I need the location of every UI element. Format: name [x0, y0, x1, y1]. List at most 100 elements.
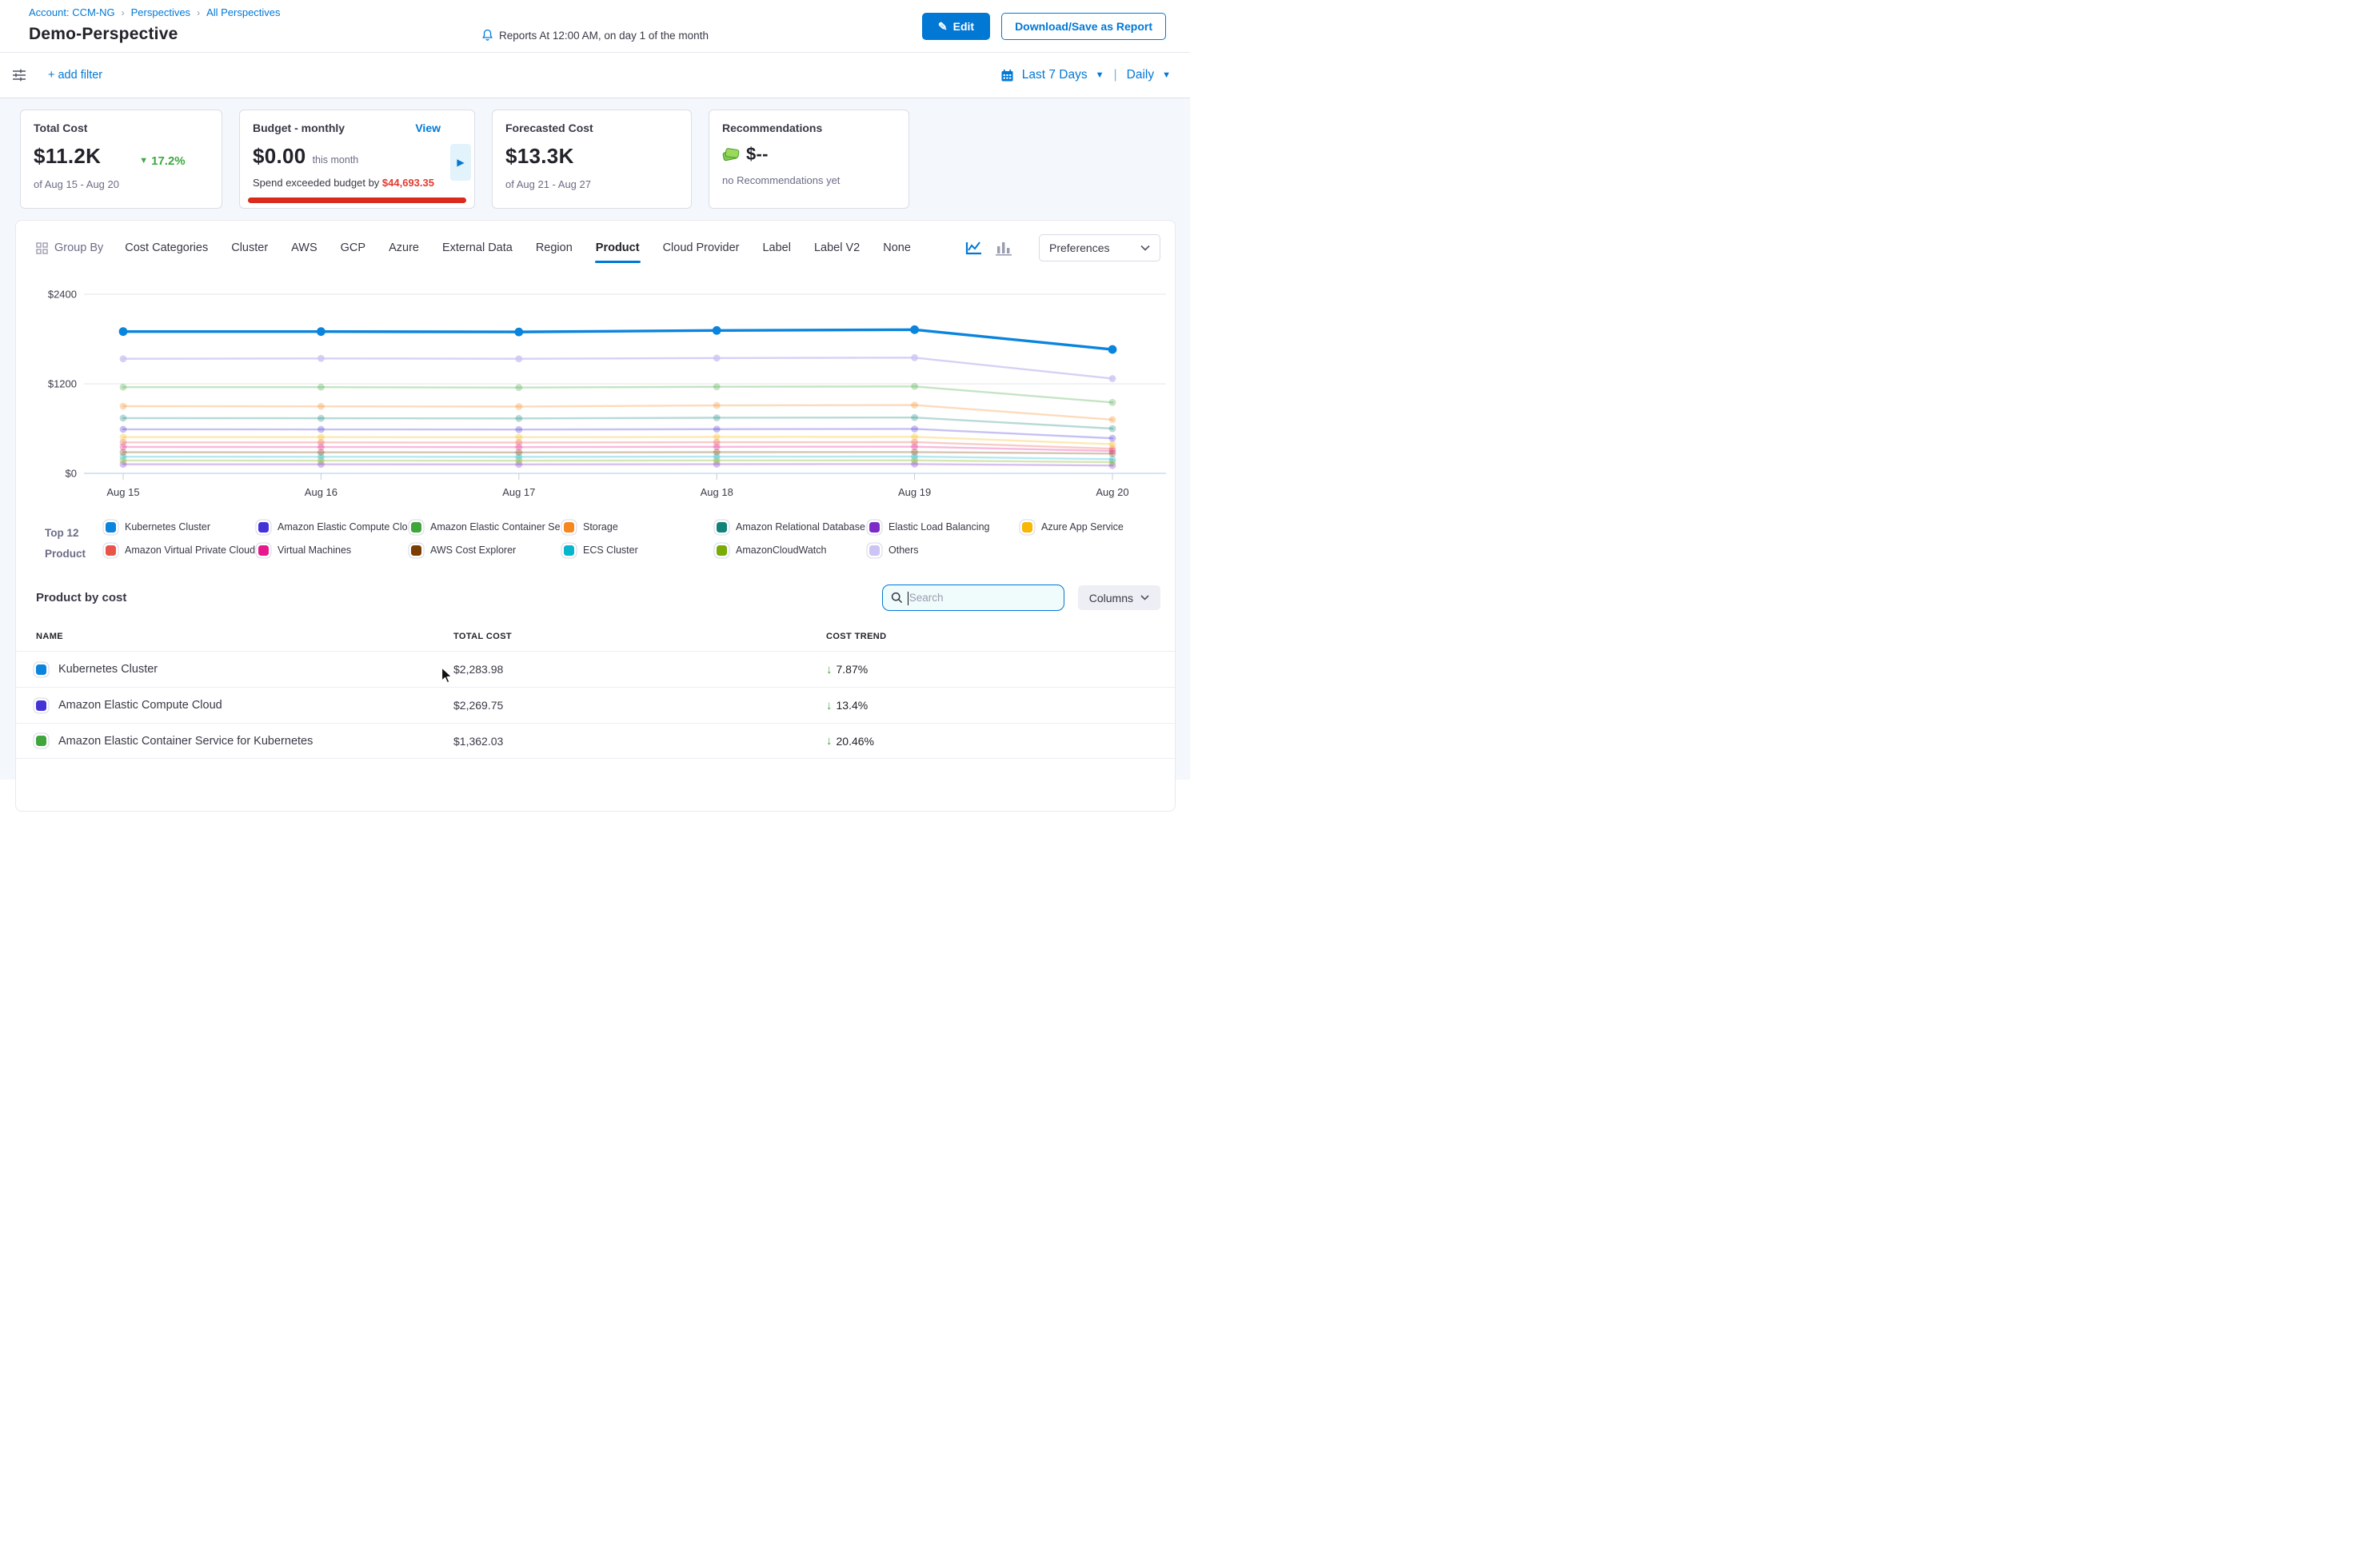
text-caret	[908, 592, 909, 605]
search-input[interactable]	[909, 592, 1045, 604]
legend-swatch	[869, 522, 880, 533]
budget-expand-button[interactable]: ▶	[450, 144, 471, 181]
columns-dropdown[interactable]: Columns	[1078, 585, 1160, 610]
granularity-dropdown[interactable]: Daily	[1127, 68, 1154, 82]
legend-item[interactable]: Amazon Virtual Private Cloud	[106, 545, 258, 556]
legend-item[interactable]: Elastic Load Balancing	[869, 521, 1022, 533]
legend-label: Amazon Relational Database ...	[736, 521, 877, 533]
content-area: Total Cost $11.2K ▼ 17.2% of Aug 15 - Au…	[0, 98, 1190, 780]
series-line	[123, 447, 1112, 451]
download-save-report-button[interactable]: Download/Save as Report	[1001, 13, 1166, 40]
search-box[interactable]	[882, 584, 1064, 611]
group-by-tab-none[interactable]: None	[882, 234, 912, 261]
group-by-tab-region[interactable]: Region	[535, 234, 573, 261]
legend-item[interactable]: Others	[869, 545, 1022, 556]
group-by-row: Group By Cost CategoriesClusterAWSGCPAzu…	[16, 232, 1175, 264]
group-by-tab-label[interactable]: Label	[761, 234, 791, 261]
calendar-icon	[1000, 69, 1014, 82]
series-point	[1109, 375, 1116, 382]
series-point	[1109, 435, 1116, 442]
series-point	[911, 414, 918, 421]
filter-sliders-icon[interactable]	[11, 68, 27, 82]
group-by-tab-product[interactable]: Product	[595, 234, 641, 261]
row-product-name: Amazon Elastic Container Service for Kub…	[58, 735, 313, 748]
line-chart-icon[interactable]	[965, 241, 983, 256]
series-line	[123, 386, 1112, 402]
chevron-down-icon[interactable]: ▼	[1096, 70, 1104, 80]
series-point	[317, 403, 325, 410]
legend-label: AmazonCloudWatch	[736, 545, 826, 556]
series-point	[120, 415, 127, 422]
group-by-tab-cloud-provider[interactable]: Cloud Provider	[662, 234, 741, 261]
group-by-tab-cost-categories[interactable]: Cost Categories	[124, 234, 209, 261]
legend-swatch	[258, 545, 269, 556]
series-point	[1109, 399, 1116, 406]
forecasted-cost-value: $13.3K	[505, 144, 574, 169]
series-point	[911, 433, 918, 441]
search-icon	[891, 592, 903, 604]
series-point	[1108, 345, 1117, 354]
legend-item[interactable]: ECS Cluster	[564, 545, 717, 556]
filter-bar: + add filter Last 7 Days ▼ | Daily ▼	[0, 52, 1190, 98]
table-row[interactable]: Kubernetes Cluster$2,283.98↓7.87%	[16, 651, 1175, 687]
play-arrow-icon: ▶	[457, 157, 464, 168]
table-header-row: NAMETOTAL COSTCOST TREND	[16, 622, 1175, 651]
add-filter-button[interactable]: + add filter	[48, 69, 102, 82]
budget-view-link[interactable]: View	[415, 122, 441, 134]
breadcrumb-all-perspectives-link[interactable]: All Perspectives	[206, 6, 280, 18]
row-total-cost: $2,283.98	[453, 663, 826, 676]
x-axis-tick-label: Aug 15	[106, 486, 139, 498]
column-header[interactable]: COST TREND	[826, 632, 1175, 641]
legend-item[interactable]: AmazonCloudWatch	[717, 545, 869, 556]
legend-item[interactable]: AWS Cost Explorer	[411, 545, 564, 556]
series-point	[911, 425, 918, 433]
legend-item[interactable]: Kubernetes Cluster	[106, 521, 258, 533]
forecasted-cost-period: of Aug 21 - Aug 27	[505, 178, 678, 190]
legend-label: Amazon Virtual Private Cloud	[125, 545, 255, 556]
legend-label: ECS Cluster	[583, 545, 638, 556]
legend-item[interactable]: Storage	[564, 521, 717, 533]
page-header: Account: CCM-NG › Perspectives › All Per…	[0, 0, 1190, 52]
group-by-tab-external-data[interactable]: External Data	[441, 234, 513, 261]
group-by-tab-label-v2[interactable]: Label V2	[813, 234, 861, 261]
chevron-down-icon[interactable]: ▼	[1162, 70, 1171, 80]
legend-swatch	[564, 522, 574, 533]
group-by-tab-azure[interactable]: Azure	[388, 234, 420, 261]
budget-exceeded-text: Spend exceeded budget by $44,693.35	[253, 177, 461, 189]
series-line	[123, 452, 1112, 453]
edit-button[interactable]: ✎ Edit	[922, 13, 990, 40]
series-point	[911, 401, 918, 409]
x-axis-tick-label: Aug 18	[701, 486, 733, 498]
reports-note-text: Reports At 12:00 AM, on day 1 of the mon…	[499, 30, 709, 42]
chevron-right-icon: ›	[122, 7, 125, 18]
legend-item[interactable]: Amazon Elastic Compute Clo...	[258, 521, 411, 533]
series-line	[123, 464, 1112, 465]
legend-label: Elastic Load Balancing	[889, 521, 989, 533]
total-cost-period: of Aug 15 - Aug 20	[34, 178, 209, 190]
group-by-tab-gcp[interactable]: GCP	[340, 234, 366, 261]
column-header[interactable]: NAME	[36, 632, 453, 641]
breadcrumb-perspectives-link[interactable]: Perspectives	[131, 6, 190, 18]
table-row[interactable]: Amazon Elastic Compute Cloud$2,269.75↓13…	[16, 687, 1175, 723]
preferences-dropdown[interactable]: Preferences	[1039, 234, 1160, 261]
legend-item[interactable]: Amazon Relational Database ...	[717, 521, 869, 533]
group-by-tab-cluster[interactable]: Cluster	[230, 234, 269, 261]
perspective-panel: Group By Cost CategoriesClusterAWSGCPAzu…	[15, 220, 1176, 812]
series-point	[120, 403, 127, 410]
legend-item[interactable]: Amazon Elastic Container Se...	[411, 521, 564, 533]
breadcrumb-account-link[interactable]: Account: CCM-NG	[29, 6, 115, 18]
trend-down-arrow-icon: ↓	[826, 663, 833, 676]
total-cost-value: $11.2K	[34, 144, 101, 169]
series-point	[1109, 416, 1116, 423]
date-range-dropdown[interactable]: Last 7 Days	[1022, 68, 1088, 82]
pencil-icon: ✎	[938, 20, 948, 34]
legend-item[interactable]: Virtual Machines	[258, 545, 411, 556]
column-header[interactable]: TOTAL COST	[453, 632, 826, 641]
series-point	[120, 433, 127, 441]
legend-item[interactable]: Azure App Service	[1022, 521, 1175, 533]
budget-exceeded-amount: $44,693.35	[382, 177, 434, 189]
group-by-tab-aws[interactable]: AWS	[290, 234, 318, 261]
table-row[interactable]: Amazon Elastic Container Service for Kub…	[16, 723, 1175, 759]
recommendations-value: $--	[746, 144, 769, 165]
bar-chart-icon[interactable]	[996, 241, 1012, 256]
